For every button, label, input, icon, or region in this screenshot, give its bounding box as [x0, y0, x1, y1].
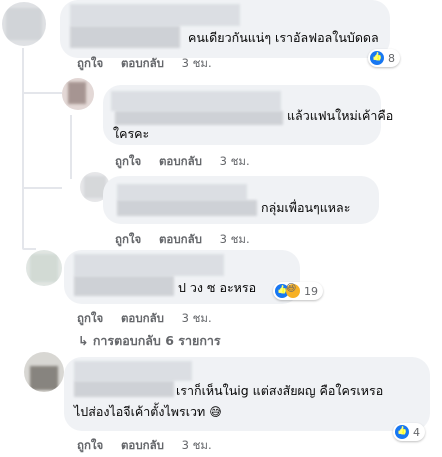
- reaction-count[interactable]: 4: [393, 423, 425, 441]
- reaction-count[interactable]: 8: [368, 49, 400, 67]
- blurred-text: [74, 276, 174, 296]
- timestamp[interactable]: 3 ชม.: [182, 56, 212, 70]
- comment-text-line2: ใครคะ: [113, 126, 150, 141]
- blurred-text: [74, 381, 174, 397]
- comment-actions: ถูกใจ ตอบกลับ 3 ชม.: [77, 310, 226, 328]
- blurred-author-name: [74, 361, 192, 381]
- like-icon: [370, 51, 384, 65]
- timestamp[interactable]: 3 ชม.: [182, 438, 212, 452]
- like-icon: [395, 425, 409, 439]
- comment-text: กลุ่มเพื่อนๆแหละ: [261, 200, 351, 215]
- like-button[interactable]: ถูกใจ: [115, 232, 141, 246]
- blurred-author-name: [70, 4, 240, 26]
- reply-button[interactable]: ตอบกลับ: [121, 311, 164, 325]
- comment-bubble: คนเดียวกันแน่ๆ เราอัลฟอลในบัดดล: [60, 0, 390, 58]
- comment-bubble: เราก็เห็นในig แต่สงสัยผญ คือใครเหรอ ไปส่…: [64, 357, 430, 431]
- like-button[interactable]: ถูกใจ: [115, 154, 141, 168]
- comment-text: คนเดียวกันแน่ๆ เราอัลฟอลในบัดดล: [188, 30, 379, 45]
- haha-icon: [286, 283, 300, 298]
- thread-line-reply2: [22, 187, 62, 189]
- comment-actions: ถูกใจ ตอบกลับ 3 ชม.: [115, 231, 264, 249]
- avatar[interactable]: [26, 250, 62, 286]
- comment-text-line2: ไปส่องไอจีเค้าตั้งไพรเวท 😅: [74, 404, 222, 419]
- comment-text: แล้วแฟนใหม่เค้าคือ: [287, 108, 394, 123]
- sweat-smile-emoji-icon: 😅: [209, 405, 222, 419]
- timestamp[interactable]: 3 ชม.: [220, 154, 250, 168]
- comment-bubble: แล้วแฟนใหม่เค้าคือ ใครคะ: [103, 85, 393, 145]
- view-replies-label: การตอบกลับ 6 รายการ: [92, 333, 221, 348]
- timestamp[interactable]: 3 ชม.: [220, 232, 250, 246]
- thread-line-branch: [22, 248, 36, 250]
- thread-line-main: [22, 48, 24, 248]
- reply-button[interactable]: ตอบกลับ: [159, 232, 202, 246]
- comment-actions: ถูกใจ ตอบกลับ 3 ชม.: [115, 153, 264, 171]
- avatar[interactable]: [62, 78, 94, 110]
- comment-actions: ถูกใจ ตอบกลับ 3 ชม.: [77, 437, 226, 455]
- view-replies-link[interactable]: ↳ การตอบกลับ 6 รายการ: [78, 331, 221, 351]
- blurred-text: [117, 200, 257, 216]
- blurred-text: [70, 26, 180, 48]
- thread-line-sub: [70, 115, 72, 179]
- like-button[interactable]: ถูกใจ: [77, 311, 103, 325]
- blurred-author-name: [111, 91, 281, 111]
- thread-line-reply1: [22, 92, 62, 94]
- comment-bubble: ป วง ซ อะหรอ: [64, 250, 300, 304]
- reply-button[interactable]: ตอบกลับ: [159, 154, 202, 168]
- avatar[interactable]: [24, 352, 64, 392]
- comment-text: เราก็เห็นในig แต่สงสัยผญ คือใครเหรอ: [176, 383, 384, 398]
- blurred-author-name: [74, 254, 224, 276]
- comment-bubble: กลุ่มเพื่อนๆแหละ: [103, 176, 379, 224]
- comment-text: ป วง ซ อะหรอ: [178, 280, 257, 295]
- like-button[interactable]: ถูกใจ: [77, 56, 103, 70]
- like-button[interactable]: ถูกใจ: [77, 438, 103, 452]
- timestamp[interactable]: 3 ชม.: [182, 311, 212, 325]
- blurred-text: [115, 111, 283, 125]
- avatar[interactable]: [2, 2, 46, 46]
- reaction-count[interactable]: 19: [273, 282, 323, 300]
- reply-button[interactable]: ตอบกลับ: [121, 438, 164, 452]
- reply-button[interactable]: ตอบกลับ: [121, 56, 164, 70]
- comment-actions: ถูกใจ ตอบกลับ 3 ชม.: [77, 55, 226, 73]
- reply-arrow-icon: ↳: [78, 333, 89, 348]
- blurred-author-name: [117, 184, 247, 200]
